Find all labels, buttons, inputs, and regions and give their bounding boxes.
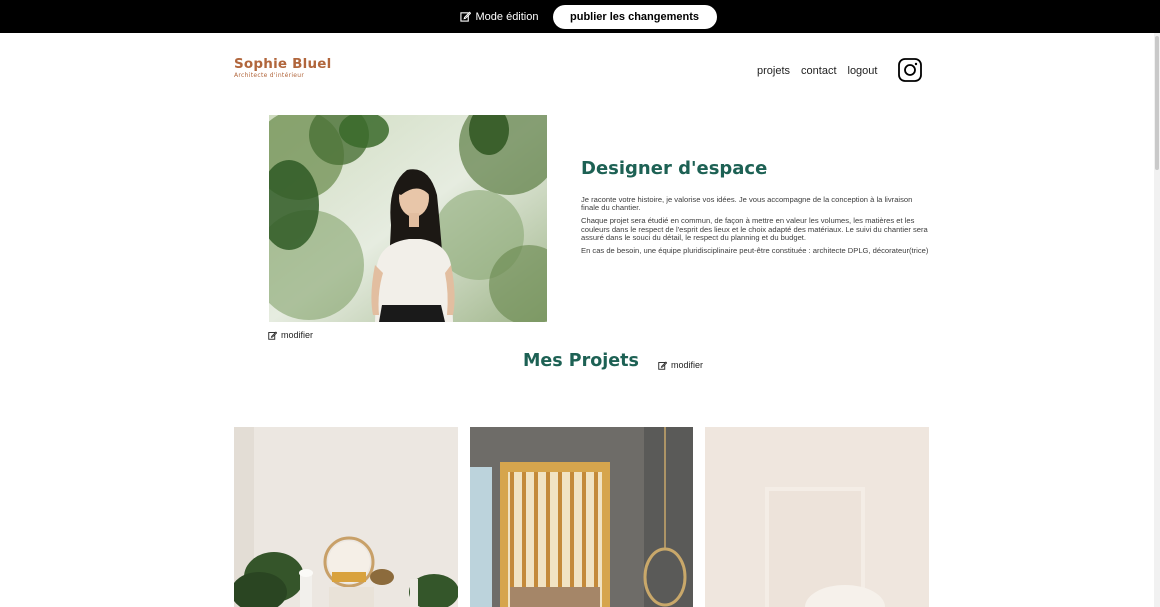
logo-name: Sophie Bluel (234, 56, 332, 72)
main-nav: projets contact logout (757, 65, 888, 77)
project-image[interactable] (705, 427, 929, 607)
projects-title: Mes Projets (523, 351, 639, 371)
nav-link-contact[interactable]: contact (801, 65, 836, 77)
project-image[interactable] (470, 427, 694, 607)
edit-icon (459, 11, 471, 22)
portrait-photo (269, 115, 547, 322)
edit-mode-banner: Mode édition publier les changements (0, 0, 1160, 33)
nav-link-logout[interactable]: logout (848, 65, 878, 77)
nav-link-projets[interactable]: projets (757, 65, 790, 77)
logo-subtitle: Architecte d'intérieur (234, 72, 305, 79)
scrollbar-thumb[interactable] (1155, 36, 1159, 170)
edit-mode-indicator: Mode édition (459, 10, 539, 23)
project-image[interactable] (234, 427, 458, 607)
edit-intro-link[interactable]: modifier (268, 330, 313, 340)
edit-icon (268, 331, 277, 340)
edit-intro-label: modifier (281, 330, 314, 340)
intro-paragraph: Chaque projet sera étudié en commun, de … (581, 216, 928, 242)
edit-projects-link[interactable]: modifier (658, 360, 703, 370)
edit-icon (658, 361, 667, 370)
intro-text: Je raconte votre histoire, je valorise v… (581, 195, 931, 260)
intro-paragraph: En cas de besoin, une équipe pluridiscip… (581, 246, 929, 256)
edit-projects-label: modifier (671, 360, 704, 370)
instagram-icon[interactable] (898, 58, 922, 82)
edit-mode-label: Mode édition (475, 10, 539, 23)
intro-paragraph: Je raconte votre histoire, je valorise v… (581, 195, 913, 213)
intro-title: Designer d'espace (581, 158, 768, 179)
publish-changes-button[interactable]: publier les changements (552, 4, 717, 29)
logo: Sophie Bluel Architecte d'intérieur (234, 57, 331, 80)
